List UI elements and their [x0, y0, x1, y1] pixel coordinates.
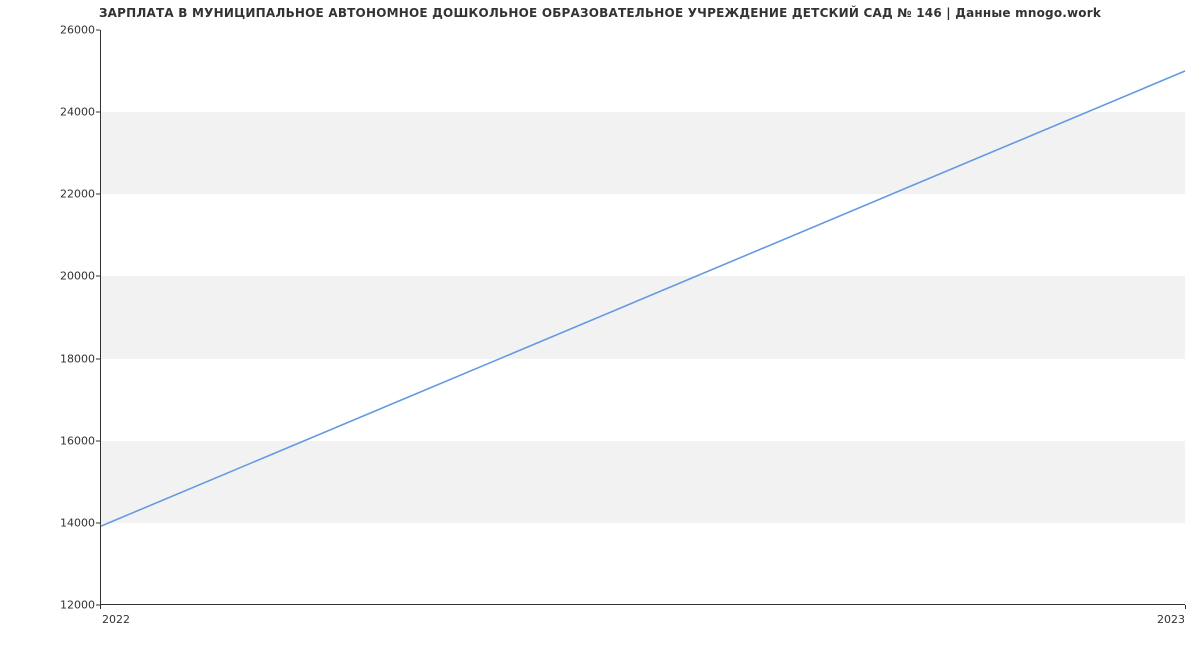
y-tick-mark	[96, 522, 100, 523]
y-tick-label: 24000	[60, 106, 95, 119]
chart-title: ЗАРПЛАТА В МУНИЦИПАЛЬНОЕ АВТОНОМНОЕ ДОШК…	[0, 6, 1200, 20]
x-tick-mark	[1185, 605, 1186, 609]
plot-area	[100, 30, 1185, 605]
y-tick-mark	[96, 194, 100, 195]
y-tick-label: 12000	[60, 599, 95, 612]
y-tick-label: 22000	[60, 188, 95, 201]
y-tick-label: 26000	[60, 24, 95, 37]
y-tick-label: 20000	[60, 270, 95, 283]
y-tick-mark	[96, 276, 100, 277]
line-chart: ЗАРПЛАТА В МУНИЦИПАЛЬНОЕ АВТОНОМНОЕ ДОШК…	[0, 0, 1200, 650]
x-tick-label: 2022	[102, 613, 130, 626]
y-tick-label: 18000	[60, 352, 95, 365]
y-tick-label: 16000	[60, 434, 95, 447]
series-line	[101, 71, 1185, 526]
x-tick-label: 2023	[1157, 613, 1185, 626]
y-tick-mark	[96, 30, 100, 31]
y-tick-mark	[96, 112, 100, 113]
y-tick-label: 14000	[60, 516, 95, 529]
x-tick-mark	[100, 605, 101, 609]
line-series-svg	[101, 30, 1185, 604]
y-tick-mark	[96, 358, 100, 359]
y-tick-mark	[96, 440, 100, 441]
